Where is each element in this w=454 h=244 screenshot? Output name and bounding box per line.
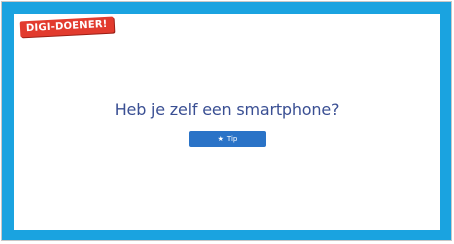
question-title: Heb je zelf een smartphone? (114, 100, 340, 119)
tip-button[interactable]: ★ Tip (189, 131, 266, 147)
page: DIGI-DOENER! Heb je zelf een smartphone?… (0, 0, 454, 244)
digi-doener-logo: DIGI-DOENER! (19, 16, 114, 38)
tip-button-label: Tip (226, 135, 238, 143)
star-icon: ★ (217, 134, 224, 143)
blue-frame: DIGI-DOENER! Heb je zelf een smartphone?… (1, 1, 452, 241)
content-card: DIGI-DOENER! Heb je zelf een smartphone?… (14, 14, 440, 230)
